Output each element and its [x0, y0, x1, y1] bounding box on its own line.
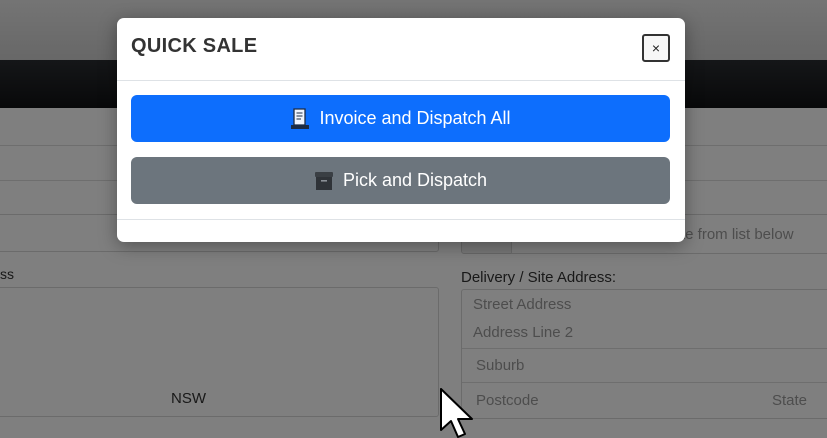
pick-and-dispatch-label: Pick and Dispatch: [342, 170, 488, 190]
mouse-cursor-icon: [440, 388, 480, 438]
quick-sale-modal: QUICK SALE × Invoice and Dispatch All Pi…: [117, 18, 685, 242]
invoice-and-dispatch-all-button[interactable]: Invoice and Dispatch All: [131, 95, 670, 142]
modal-title: QUICK SALE: [131, 35, 258, 57]
modal-footer: [117, 219, 685, 242]
archive-box-icon: [314, 170, 334, 192]
modal-body: Invoice and Dispatch All Pick and Dispat…: [117, 81, 685, 219]
pick-and-dispatch-button[interactable]: Pick and Dispatch: [131, 157, 670, 204]
close-button[interactable]: ×: [642, 34, 670, 62]
invoice-and-dispatch-all-label: Invoice and Dispatch All: [319, 108, 511, 128]
modal-header: QUICK SALE ×: [117, 18, 685, 81]
receipt-icon: [290, 107, 310, 130]
